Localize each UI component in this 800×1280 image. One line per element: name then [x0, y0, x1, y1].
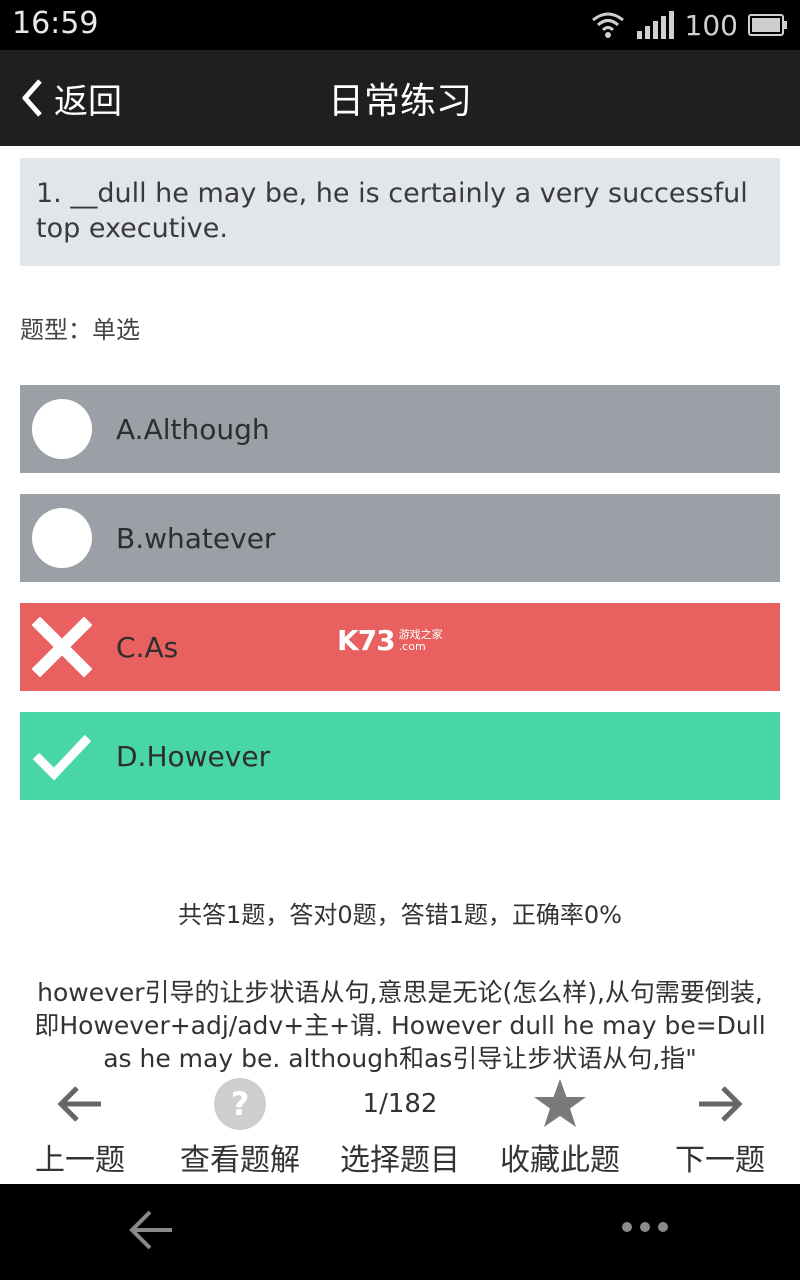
- watermark-logo: K73: [337, 624, 396, 657]
- status-bar: 16:59 100: [0, 0, 800, 50]
- view-solution-label: 查看题解: [180, 1143, 300, 1178]
- view-solution-button[interactable]: ? 查看题解: [160, 1075, 320, 1183]
- bottom-toolbar: 上一题 ? 查看题解 1/182 选择题目 收藏此题 下一题: [0, 1075, 800, 1183]
- radio-circle-icon: [32, 508, 92, 568]
- system-nav-bar: [0, 1184, 800, 1280]
- nav-bar: 返回 日常练习: [0, 50, 800, 146]
- favorite-button[interactable]: 收藏此题: [480, 1075, 640, 1183]
- option-a[interactable]: A.Although: [20, 385, 780, 473]
- option-d[interactable]: D.However: [20, 712, 780, 800]
- select-question-button[interactable]: 1/182 选择题目: [320, 1075, 480, 1183]
- system-back-icon[interactable]: [128, 1208, 176, 1252]
- option-b[interactable]: B.whatever: [20, 494, 780, 582]
- svg-text:?: ?: [231, 1085, 250, 1123]
- favorite-label: 收藏此题: [500, 1143, 620, 1178]
- battery-icon: [748, 14, 787, 36]
- prev-question-label: 上一题: [35, 1143, 125, 1178]
- wifi-icon: [591, 12, 624, 38]
- question-type: 题型：单选: [20, 316, 140, 344]
- wrong-x-icon: [32, 617, 92, 677]
- system-menu-icon[interactable]: [622, 1222, 668, 1232]
- question-circle-icon: ?: [214, 1078, 266, 1130]
- radio-circle-icon: [32, 399, 92, 459]
- option-a-label: A.Although: [116, 412, 270, 446]
- page-counter: 1/182: [362, 1089, 438, 1119]
- arrow-left-icon: [57, 1086, 101, 1122]
- watermark-sub2: .com: [398, 639, 426, 653]
- option-d-label: D.However: [116, 739, 271, 773]
- battery-level: 100: [684, 8, 738, 42]
- page-title: 日常练习: [327, 81, 472, 122]
- option-c-label: C.As: [116, 630, 179, 664]
- answer-stats: 共答1题，答对0题，答错1题，正确率0%: [178, 901, 622, 929]
- select-question-label: 选择题目: [340, 1143, 460, 1178]
- star-icon: [534, 1079, 586, 1127]
- explanation-text: however引导的让步状语从句,意思是无论(怎么样),从句需要倒装,即Howe…: [34, 978, 766, 1072]
- question-text: 1. __dull he may be, he is certainly a v…: [20, 158, 780, 266]
- prev-question-button[interactable]: 上一题: [0, 1075, 160, 1183]
- option-b-label: B.whatever: [116, 521, 276, 555]
- status-icons: 100: [591, 8, 788, 42]
- next-question-label: 下一题: [675, 1143, 765, 1178]
- k73-watermark: K73 游戏之家 .com: [337, 624, 443, 657]
- next-question-button[interactable]: 下一题: [640, 1075, 800, 1183]
- status-time: 16:59: [12, 6, 99, 41]
- watermark-sub1: 游戏之家: [398, 627, 443, 641]
- correct-check-icon: [32, 726, 92, 786]
- signal-icon: [636, 11, 674, 39]
- arrow-right-icon: [699, 1086, 743, 1122]
